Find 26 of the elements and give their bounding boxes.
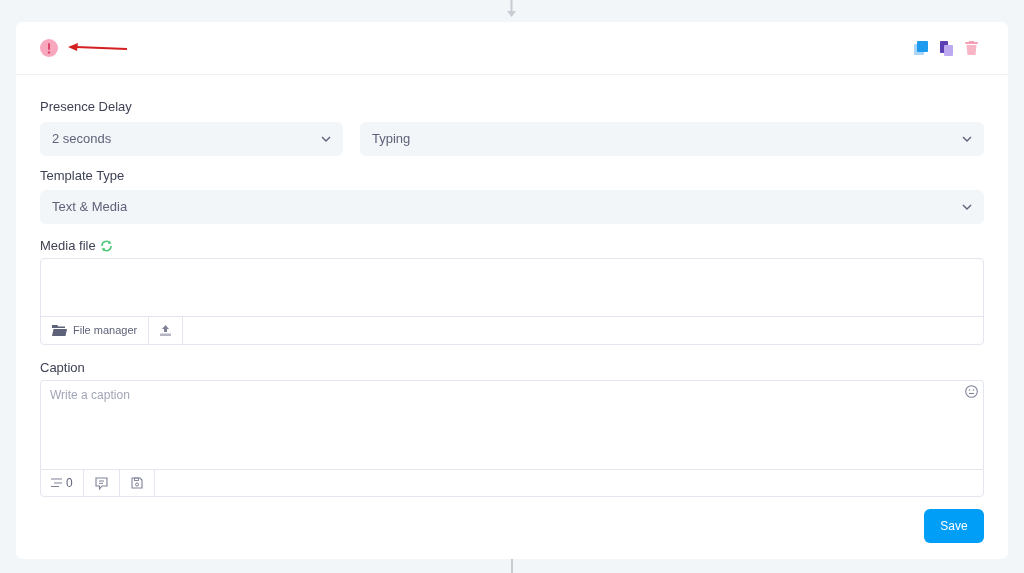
copy-icon[interactable] [914,41,928,55]
line-break-button[interactable]: 0 [41,470,84,496]
clipboard-icon[interactable] [940,40,953,56]
field-label: Template Type [40,167,126,185]
folder-icon [52,325,67,336]
emoji-icon[interactable] [965,385,978,398]
duration-select[interactable]: 2 seconds [40,122,343,156]
arrow-annotation [68,43,128,53]
field-label: Caption [40,359,86,377]
field-label: Presence Delay [40,98,133,116]
trash-icon[interactable] [965,41,978,55]
chevron-down-icon [962,136,972,142]
field-label: Media file [40,237,96,256]
comment-icon [94,476,108,490]
template-type-select[interactable]: Text & Media [40,190,984,224]
caption-field[interactable]: Write a caption [40,380,984,469]
presence-select[interactable]: Typing [360,122,984,156]
file-manager-button[interactable]: File manager [41,317,150,344]
warning-icon [40,39,58,57]
connector-line [511,559,513,573]
chevron-down-icon [962,204,972,210]
upload-icon [160,325,172,336]
media-dropzone[interactable]: File manager [40,258,984,345]
refresh-icon[interactable] [99,240,113,252]
connector-arrow [506,0,517,18]
chevron-down-icon [321,136,331,142]
